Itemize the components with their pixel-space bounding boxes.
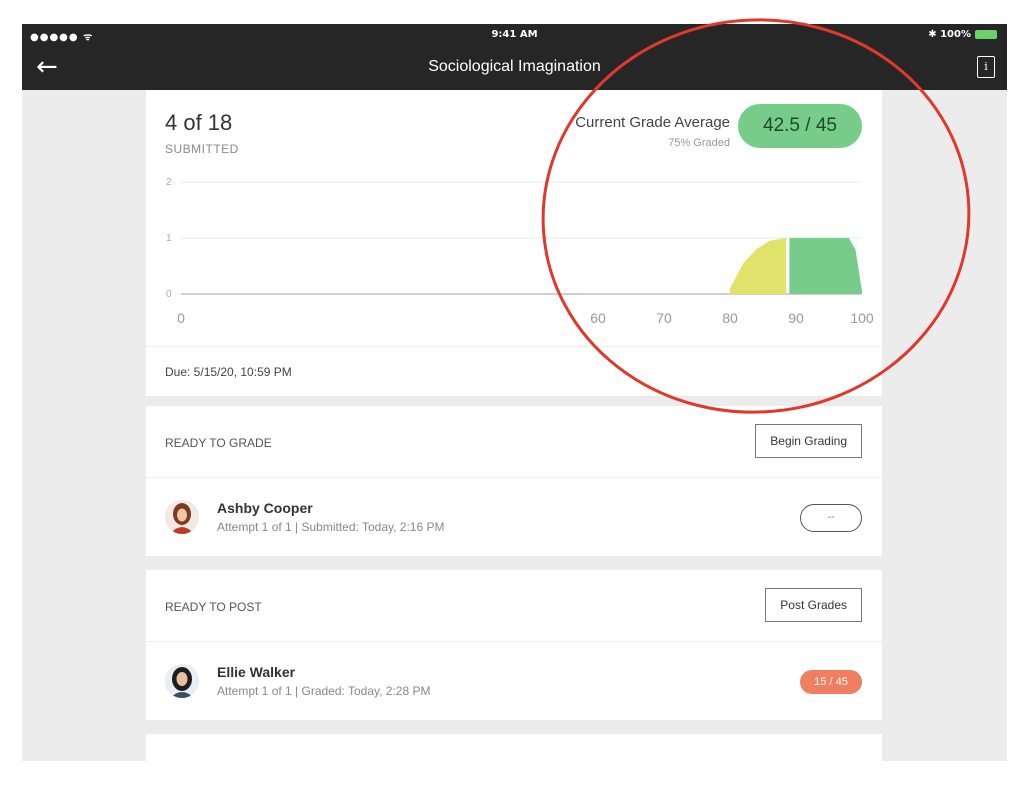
battery-indicator: ✱ 100% <box>928 29 997 40</box>
student-name: Ellie Walker <box>217 664 296 680</box>
student-row[interactable]: Ellie Walker Attempt 1 of 1 | Graded: To… <box>146 642 882 720</box>
ready-to-post-card: READY TO POST Post Grades Ellie Walker A… <box>146 570 882 720</box>
avatar <box>165 664 199 698</box>
summary-card: 4 of 18 SUBMITTED Current Grade Average … <box>146 90 882 396</box>
avatar <box>165 500 199 534</box>
status-time: 9:41 AM <box>491 29 538 40</box>
student-name: Ashby Cooper <box>217 500 313 516</box>
student-photo-icon <box>165 664 199 698</box>
student-photo-icon <box>165 500 199 534</box>
battery-icon <box>975 30 997 39</box>
x-tick-label: 0 <box>177 310 185 326</box>
due-date: Due: 5/15/20, 10:59 PM <box>165 365 292 379</box>
y-tick-label: 1 <box>166 233 172 244</box>
grade-pill[interactable]: -- <box>800 504 862 532</box>
x-tick-label: 100 <box>850 310 874 326</box>
x-tick-label: 80 <box>722 310 738 326</box>
status-bar: ●●●●● ᯤ 9:41 AM ✱ 100% <box>22 24 1007 46</box>
section-label: READY TO GRADE <box>165 436 272 450</box>
section-label: READY TO POST <box>165 600 262 614</box>
student-attempt-info: Attempt 1 of 1 | Graded: Today, 2:28 PM <box>217 684 431 698</box>
nav-bar: ← Sociological Imagination i <box>22 46 1007 90</box>
grade-average-label: Current Grade Average <box>575 114 730 131</box>
student-attempt-info: Attempt 1 of 1 | Submitted: Today, 2:16 … <box>217 520 445 534</box>
x-tick-label: 70 <box>656 310 672 326</box>
y-tick-label: 2 <box>166 177 172 188</box>
ready-to-post-header: READY TO POST Post Grades <box>146 570 882 642</box>
x-tick-label: 60 <box>590 310 606 326</box>
distribution-area <box>789 238 862 294</box>
submitted-label: SUBMITTED <box>165 142 239 156</box>
more-card <box>146 734 882 761</box>
info-document-icon[interactable]: i <box>977 56 995 78</box>
post-grades-button[interactable]: Post Grades <box>765 588 862 622</box>
grade-distribution-chart: 0 1 2 0 60 70 80 90 100 <box>166 177 874 326</box>
grade-average-badge: 42.5 / 45 <box>738 104 862 148</box>
submitted-count: 4 of 18 <box>165 110 233 135</box>
page-title: Sociological Imagination <box>428 58 601 75</box>
x-tick-label: 90 <box>788 310 804 326</box>
begin-grading-button[interactable]: Begin Grading <box>755 424 862 458</box>
grade-badge[interactable]: 15 / 45 <box>800 670 862 694</box>
y-tick-label: 0 <box>166 289 172 300</box>
ipad-screen: ●●●●● ᯤ 9:41 AM ✱ 100% ← Sociological Im… <box>22 24 1007 761</box>
battery-text: ✱ 100% <box>928 29 971 40</box>
graded-percentage: 75% Graded <box>668 137 730 149</box>
student-row[interactable]: Ashby Cooper Attempt 1 of 1 | Submitted:… <box>146 478 882 556</box>
distribution-area <box>730 238 787 294</box>
ready-to-grade-card: READY TO GRADE Begin Grading Ashby Coope… <box>146 406 882 556</box>
ready-to-grade-header: READY TO GRADE Begin Grading <box>146 406 882 478</box>
due-date-row: Due: 5/15/20, 10:59 PM <box>146 346 882 396</box>
